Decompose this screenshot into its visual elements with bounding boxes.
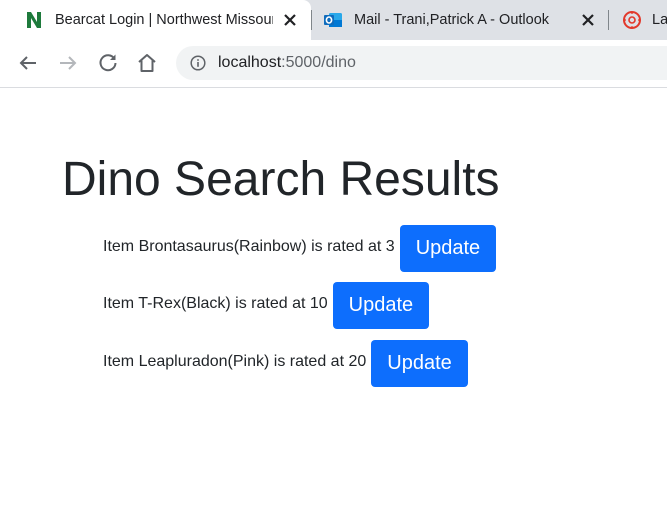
update-button[interactable]: Update xyxy=(371,340,468,387)
address-bar[interactable]: localhost:5000/dino xyxy=(176,46,667,80)
tab-title: La xyxy=(652,12,667,28)
url-text[interactable]: localhost:5000/dino xyxy=(218,54,356,72)
close-icon[interactable] xyxy=(280,10,300,30)
outlook-icon xyxy=(324,13,342,27)
canvas-icon xyxy=(623,11,641,29)
tab-title: Mail - Trani,Patrick A - Outlook xyxy=(354,12,550,28)
browser-toolbar: localhost:5000/dino xyxy=(0,40,667,88)
url-host: localhost xyxy=(218,54,282,71)
update-button[interactable]: Update xyxy=(332,282,430,329)
url-path: :5000/dino xyxy=(281,54,356,71)
update-button[interactable]: Update xyxy=(399,225,497,272)
tab-title: Bearcat Login | Northwest Missouri State… xyxy=(55,12,273,28)
tab-canvas[interactable]: La xyxy=(609,0,667,40)
northwest-n-icon xyxy=(27,12,41,28)
tab-bearcat-login[interactable]: Bearcat Login | Northwest Missouri State… xyxy=(0,0,311,40)
item-text: Item Leapluradon(Pink) is rated at 20 xyxy=(103,352,367,370)
forward-arrow-icon[interactable] xyxy=(56,51,80,75)
page-content: Dino Search Results Item Brontasaurus(Ra… xyxy=(0,88,667,515)
reload-icon[interactable] xyxy=(96,51,120,75)
item-text: Item T-Rex(Black) is rated at 10 xyxy=(103,294,328,312)
tab-outlook-mail[interactable]: Mail - Trani,Patrick A - Outlook xyxy=(312,0,608,40)
list-item: Item T-Rex(Black) is rated at 10 Update xyxy=(103,282,430,329)
item-text: Item Brontasaurus(Rainbow) is rated at 3 xyxy=(103,237,395,255)
page-title: Dino Search Results xyxy=(62,153,500,206)
back-arrow-icon[interactable] xyxy=(16,51,40,75)
list-item: Item Brontasaurus(Rainbow) is rated at 3… xyxy=(103,225,497,272)
close-icon[interactable] xyxy=(578,10,598,30)
list-item: Item Leapluradon(Pink) is rated at 20 Up… xyxy=(103,340,468,387)
home-icon[interactable] xyxy=(135,51,159,75)
browser-tab-strip: Bearcat Login | Northwest Missouri State… xyxy=(0,0,667,40)
info-icon[interactable] xyxy=(190,55,206,71)
